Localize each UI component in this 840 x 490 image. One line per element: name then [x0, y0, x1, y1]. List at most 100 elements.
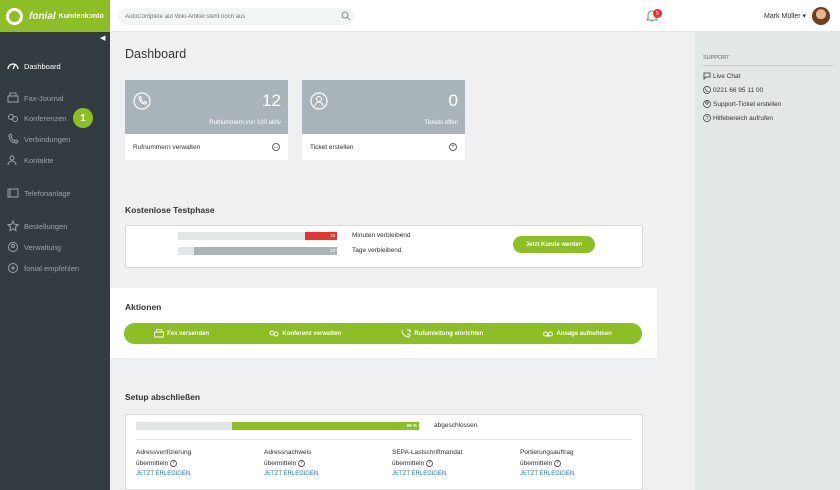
sidebar-item-label: Dashboard	[24, 61, 61, 71]
pbx-icon	[7, 188, 19, 198]
sidebar: fonial Kundenkonto ◀ Dashboard Fax-Journ…	[0, 0, 110, 490]
do-now-link[interactable]: JETZT ERLEDIGEN	[392, 469, 502, 480]
sidebar-item-label: fonial empfehlen	[24, 263, 80, 273]
sidebar-item-label: Verwaltung	[24, 242, 62, 252]
sidebar-item-telefonanlage[interactable]: Telefonanlage	[0, 183, 110, 203]
brand-sub: Kundenkonto	[58, 12, 104, 20]
sidebar-item-bestellungen[interactable]: Bestellungen	[0, 216, 110, 236]
setup-item-line: übermitteln ?	[520, 458, 630, 469]
forward-icon	[401, 329, 411, 338]
notification-badge: 5	[653, 9, 662, 18]
search-input[interactable]	[118, 8, 354, 25]
conference-icon	[269, 330, 279, 337]
arrows-icon: ↔	[272, 143, 280, 151]
help-icon[interactable]: ?	[169, 459, 177, 467]
action-label: Rufumleitung einrichten	[414, 330, 484, 337]
recommend-icon	[8, 263, 18, 273]
become-customer-button[interactable]: Jetzt Kunde werden	[513, 236, 595, 253]
setup-item-line: übermitteln ?	[136, 458, 246, 469]
divider	[136, 439, 632, 440]
logo[interactable]: fonial Kundenkonto	[0, 0, 110, 32]
fax-icon	[154, 329, 165, 338]
card-sub: Rufnummern von 100 aktiv	[209, 120, 281, 126]
logo-icon	[6, 7, 23, 25]
help-icon[interactable]: ?	[553, 459, 561, 467]
support-icon	[310, 92, 328, 110]
manage-numbers-link[interactable]: Rufnummern verwalten ↔	[125, 134, 288, 160]
setup-item-title: Adressverifizierung	[136, 449, 192, 456]
do-now-link[interactable]: JETZT ERLEDIGEN	[264, 469, 374, 480]
sidebar-item-label: Telefonanlage	[24, 188, 71, 198]
voicemail-icon	[543, 331, 554, 337]
contacts-icon	[7, 155, 17, 166]
action-label: Ansage aufnehmen	[556, 330, 612, 337]
do-now-link[interactable]: JETZT ERLEDIGEN	[136, 469, 246, 480]
setup-item-sepa: SEPA-Lastschriftmandat übermitteln ? JET…	[392, 447, 502, 480]
minutes-label: Minuten verbleibend	[352, 232, 411, 239]
setup-progress-fill: 66 %	[232, 422, 419, 430]
support-phone-link[interactable]: 0221 66 95 11 00	[703, 86, 763, 94]
setup-item-title: Adressnachweis	[264, 449, 312, 456]
sidebar-item-dashboard[interactable]: Dashboard	[0, 56, 110, 76]
setup-box: 66 % abgeschlossen Adressverifizierung ü…	[125, 414, 643, 490]
setup-item-subtitle: übermitteln	[264, 460, 297, 467]
page-title: Dashboard	[125, 47, 187, 61]
user-menu[interactable]: Mark Müller ▾	[764, 12, 806, 20]
phone-icon	[8, 133, 19, 144]
card-header: 0 Tickets offen	[302, 80, 465, 134]
setup-item-line: übermitteln ?	[392, 458, 502, 469]
phone-icon	[133, 92, 151, 110]
manage-conference-button[interactable]: Konferenz verwalten	[269, 329, 341, 338]
days-label: Tage verbleibend	[352, 247, 402, 254]
sidebar-item-verbindungen[interactable]: Verbindungen	[0, 129, 110, 149]
sidebar-item-label: Verbindungen	[24, 134, 71, 144]
do-now-link[interactable]: JETZT ERLEDIGEN	[520, 469, 630, 480]
card-tickets: 0 Tickets offen Ticket erstellen +	[302, 80, 465, 160]
call-forwarding-button[interactable]: Rufumleitung einrichten	[401, 329, 483, 338]
settings-icon	[8, 242, 18, 252]
avatar[interactable]	[812, 7, 830, 25]
sidebar-item-kontakte[interactable]: Kontakte	[0, 150, 110, 170]
step-badge: 1	[73, 108, 93, 128]
card-number: 12	[262, 91, 281, 110]
trial-title: Kostenlose Testphase	[125, 205, 215, 215]
setup-title: Setup abschließen	[125, 392, 201, 402]
live-chat-link[interactable]: Live Chat	[703, 72, 740, 80]
sidebar-item-verwaltung[interactable]: Verwaltung	[0, 237, 110, 257]
phone-icon	[703, 86, 711, 94]
setup-item-porting: Portierungsauftrag übermitteln ? JETZT E…	[520, 447, 630, 480]
card-action-label: Rufnummern verwalten	[133, 143, 201, 151]
create-ticket-link[interactable]: Ticket erstellen +	[302, 134, 465, 160]
trial-box: 16 Minuten verbleibend 28 Tage verbleibe…	[125, 225, 643, 268]
help-area-link[interactable]: ? Hilfebereich aufrufen	[703, 114, 773, 122]
main-content: Dashboard 12 Rufnummern von 100 aktiv Ru…	[110, 32, 695, 490]
sidebar-item-fax-journal[interactable]: Fax-Journal	[0, 88, 110, 108]
sidebar-item-konferenzen[interactable]: Konferenzen	[0, 108, 110, 128]
setup-item-title: Portierungsauftrag	[520, 449, 574, 456]
support-item-label: Hilfebereich aufrufen	[713, 114, 773, 122]
help-icon[interactable]: ?	[425, 459, 433, 467]
help-icon[interactable]: ?	[297, 459, 305, 467]
card-action-label: Ticket erstellen	[310, 143, 354, 151]
support-ticket-link[interactable]: Support-Ticket erstellen	[703, 100, 781, 108]
action-label: Fax versenden	[167, 330, 210, 337]
card-sub: Tickets offen	[424, 120, 458, 126]
record-announcement-button[interactable]: Ansage aufnehmen	[543, 329, 612, 338]
conference-icon	[8, 114, 18, 122]
sidebar-item-fonial-empfehlen[interactable]: fonial empfehlen	[0, 258, 110, 278]
svg-text:?: ?	[706, 116, 709, 122]
search-icon[interactable]	[341, 11, 351, 21]
sidebar-item-label: Fax-Journal	[24, 93, 64, 103]
actions-bar: Fax versenden Konferenz verwalten Rufuml…	[124, 323, 642, 344]
fax-icon	[7, 92, 19, 103]
setup-item-address-verification: Adressverifizierung übermitteln ? JETZT …	[136, 447, 246, 480]
dashboard-icon	[7, 63, 19, 70]
setup-item-address-proof: Adressnachweis übermitteln ? JETZT ERLED…	[264, 447, 374, 480]
card-number: 0	[448, 91, 458, 110]
collapse-sidebar-icon[interactable]: ◀	[100, 34, 108, 42]
support-title: SUPPORT	[703, 55, 833, 66]
card-rufnummern: 12 Rufnummern von 100 aktiv Rufnummern v…	[125, 80, 288, 160]
setup-item-subtitle: übermitteln	[392, 460, 425, 467]
help-icon: ?	[703, 114, 711, 122]
send-fax-button[interactable]: Fax versenden	[154, 329, 209, 338]
